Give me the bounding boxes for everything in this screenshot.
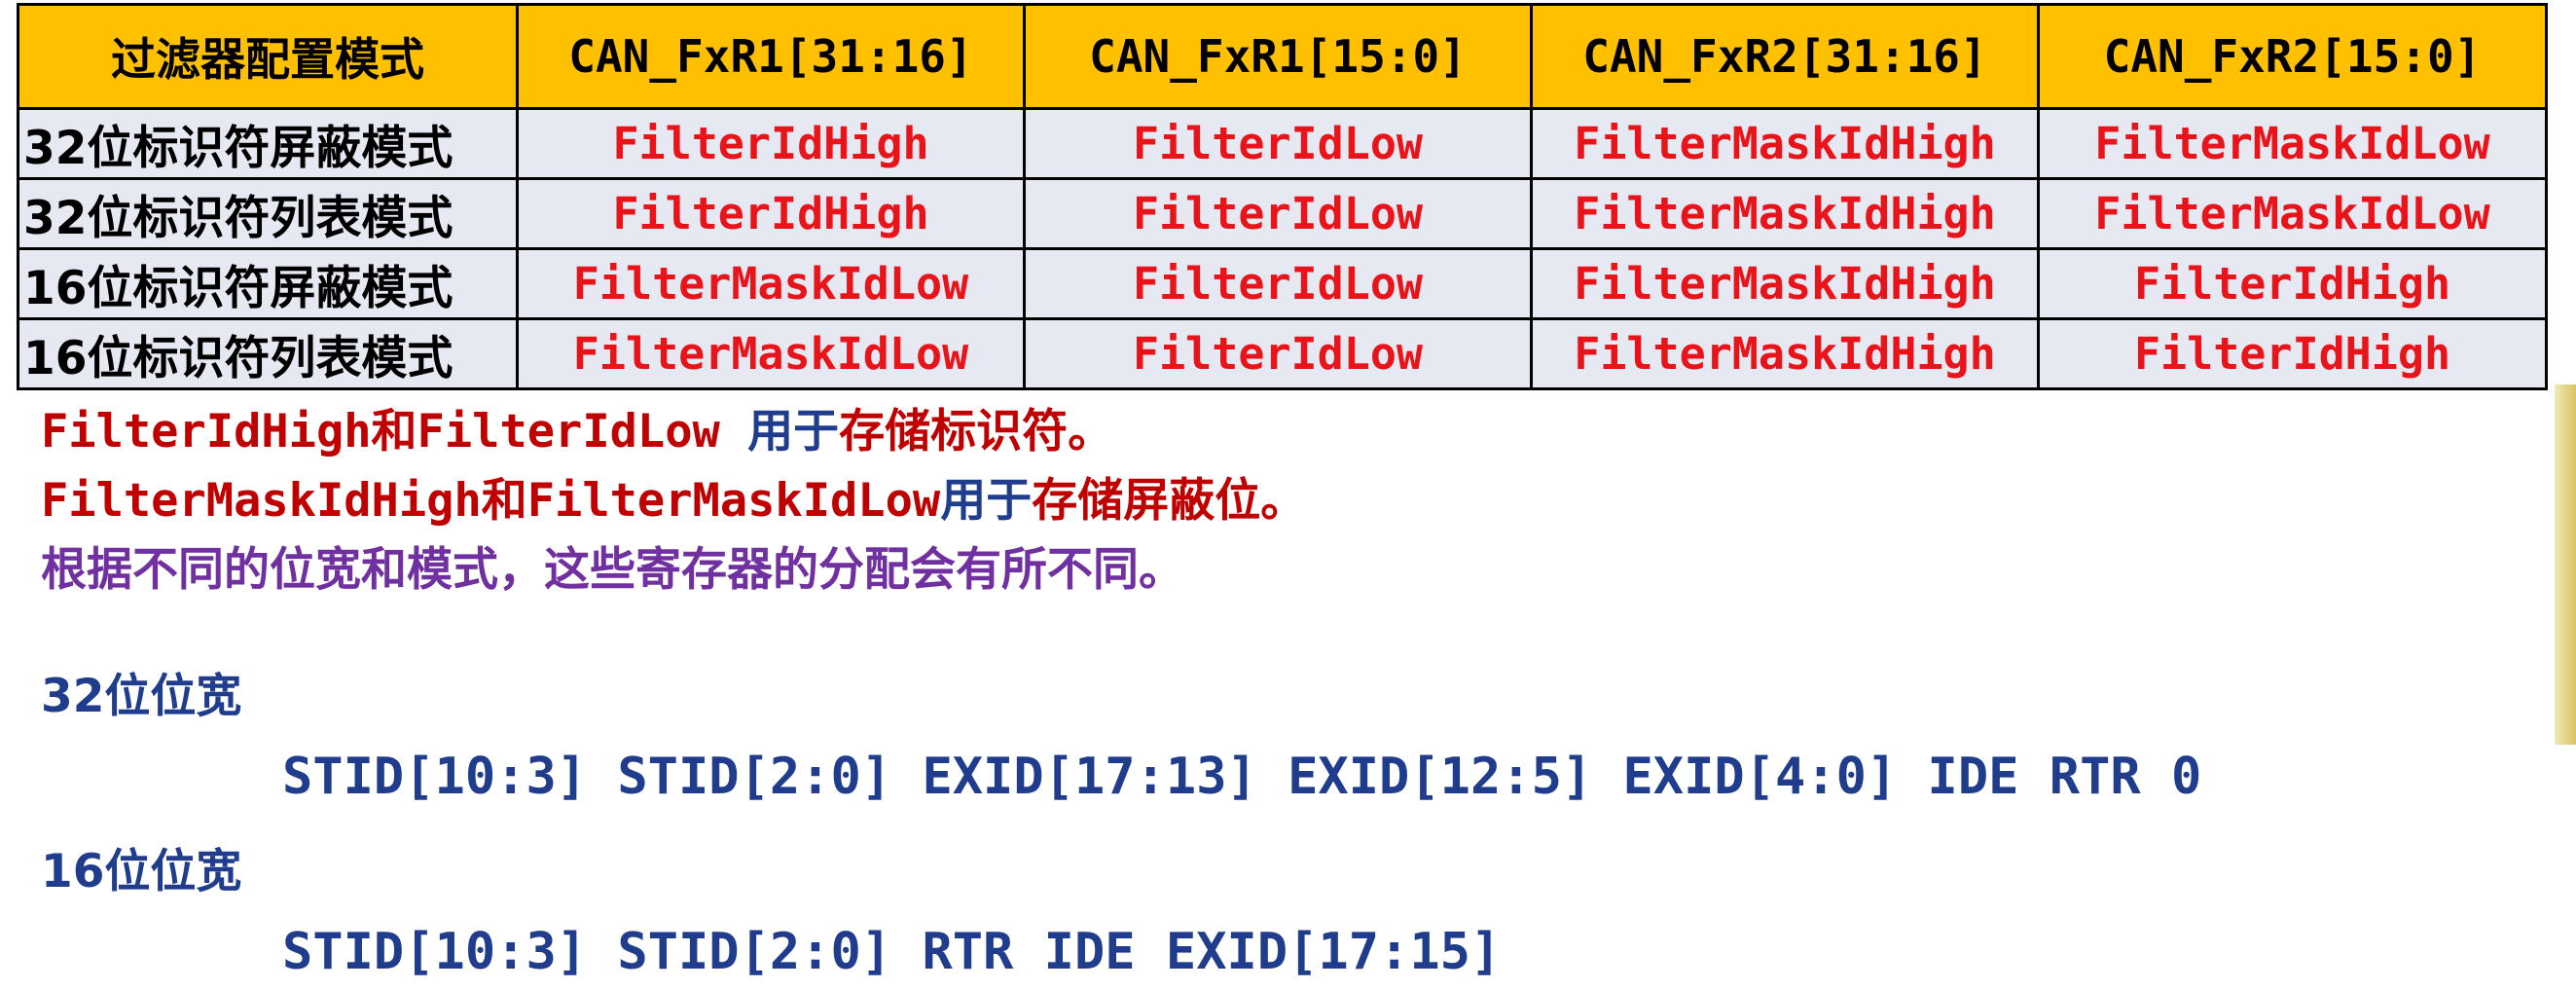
register-cell: FilterIdLow [1023, 107, 1533, 180]
header-fxr2-high: CAN_FxR2[31:16] [1530, 3, 2040, 110]
register-cell: FilterMaskIdHigh [1530, 107, 2040, 180]
width-32-bits: STID[10:3] STID[2:0] EXID[17:13] EXID[12… [282, 748, 2202, 806]
register-cell: FilterIdHigh [516, 107, 1026, 180]
width-16-title: 16位位宽 [41, 845, 242, 898]
header-fxr1-low: CAN_FxR1[15:0] [1023, 3, 1533, 110]
mode-cell: 32位标识符屏蔽模式 [17, 107, 519, 180]
register-cell: FilterMaskIdLow [516, 247, 1026, 320]
note-id-registers-verb: 用于 [747, 405, 840, 458]
table-row: 32位标识符屏蔽模式 FilterIdHigh FilterIdLow Filt… [17, 107, 2548, 180]
mode-cell: 16位标识符屏蔽模式 [17, 247, 519, 320]
note-id-registers-names: FilterIdHigh和FilterIdLow [41, 405, 748, 458]
register-cell: FilterMaskIdLow [2037, 177, 2548, 250]
note-mask-registers-names: FilterMaskIdHigh和FilterMaskIdLow [41, 474, 941, 528]
note-mask-registers: FilterMaskIdHigh和FilterMaskIdLow用于存储屏蔽位。 [41, 472, 1306, 531]
register-cell: FilterMaskIdHigh [1530, 317, 2040, 390]
width-32-title: 32位位宽 [41, 670, 242, 723]
register-cell: FilterIdLow [1023, 177, 1533, 250]
mode-cell: 16位标识符列表模式 [17, 317, 519, 390]
table-row: 16位标识符屏蔽模式 FilterMaskIdLow FilterIdLow F… [17, 247, 2548, 320]
register-cell: FilterMaskIdHigh [1530, 247, 2040, 320]
mode-cell: 32位标识符列表模式 [17, 177, 519, 250]
header-fxr1-high: CAN_FxR1[31:16] [516, 3, 1026, 110]
right-edge-decoration [2555, 385, 2576, 745]
note-id-registers-purpose: 存储标识符。 [839, 405, 1114, 458]
width-16-bits: STID[10:3] STID[2:0] RTR IDE EXID[17:15] [282, 923, 1502, 981]
note-mask-registers-verb: 用于 [940, 474, 1033, 528]
register-cell: FilterMaskIdLow [2037, 107, 2548, 180]
filter-config-table: 过滤器配置模式 CAN_FxR1[31:16] CAN_FxR1[15:0] C… [17, 3, 2548, 390]
register-cell: FilterMaskIdLow [516, 317, 1026, 390]
table-row: 16位标识符列表模式 FilterMaskIdLow FilterIdLow F… [17, 317, 2548, 390]
register-cell: FilterIdHigh [516, 177, 1026, 250]
register-cell: FilterIdLow [1023, 317, 1533, 390]
note-allocation: 根据不同的位宽和模式，这些寄存器的分配会有所不同。 [41, 543, 1184, 597]
register-cell: FilterIdHigh [2037, 317, 2548, 390]
header-filter-mode: 过滤器配置模式 [17, 3, 519, 110]
note-mask-registers-purpose: 存储屏蔽位。 [1032, 474, 1307, 528]
note-id-registers: FilterIdHigh和FilterIdLow 用于存储标识符。 [41, 403, 1113, 461]
table-header-row: 过滤器配置模式 CAN_FxR1[31:16] CAN_FxR1[15:0] C… [17, 3, 2548, 110]
register-cell: FilterMaskIdHigh [1530, 177, 2040, 250]
table-row: 32位标识符列表模式 FilterIdHigh FilterIdLow Filt… [17, 177, 2548, 250]
header-fxr2-low: CAN_FxR2[15:0] [2037, 3, 2548, 110]
register-cell: FilterIdLow [1023, 247, 1533, 320]
register-cell: FilterIdHigh [2037, 247, 2548, 320]
